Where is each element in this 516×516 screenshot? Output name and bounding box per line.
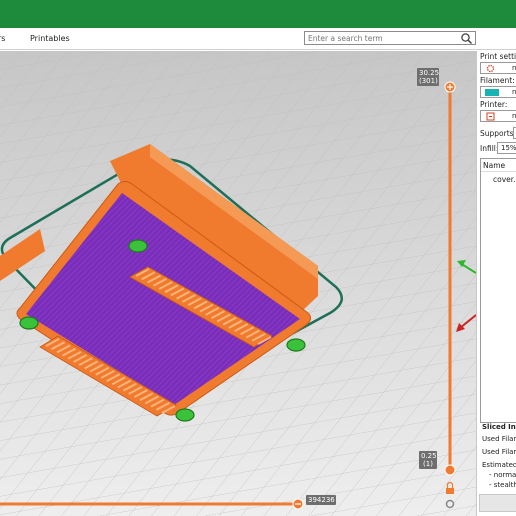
object-list[interactable]: Name cover.ob xyxy=(480,158,516,423)
title-bar xyxy=(0,0,516,28)
search-input[interactable] xyxy=(308,33,458,44)
supports-label: Supports: xyxy=(480,129,516,138)
used-filament-1: Used Filam xyxy=(482,435,516,443)
layer-bottom-height: 0.25 xyxy=(421,452,437,460)
layer-top-height: 30.25 xyxy=(419,69,440,77)
infill-label: Infill: xyxy=(480,144,499,153)
print-settings-label: Print setting xyxy=(480,52,516,61)
layer-top-number: (301) xyxy=(419,77,438,85)
preview-viewport[interactable]: 30.25 (301) 0.25 (1) 394236 xyxy=(0,51,476,516)
filament-combo[interactable]: ne xyxy=(480,86,516,98)
used-filament-2: Used Filam xyxy=(482,448,516,456)
printer-label: Printer: xyxy=(480,100,508,109)
settings-sidebar: Print setting ne Filament: ne Printer: n… xyxy=(476,51,516,516)
tab-printables[interactable]: Printables xyxy=(30,34,70,43)
gear-icon xyxy=(486,64,495,73)
tab-printers[interactable]: rs xyxy=(0,34,5,43)
horizontal-slider-value: 394236 xyxy=(306,495,336,505)
export-button[interactable] xyxy=(479,494,516,512)
filament-label: Filament: xyxy=(480,76,515,85)
printer-combo[interactable]: ne xyxy=(480,110,516,122)
printer-value: ne xyxy=(512,112,516,120)
lock-icon xyxy=(446,488,454,494)
filament-color-swatch xyxy=(485,89,499,96)
layer-slider-bottom-handle xyxy=(444,464,456,476)
object-list-item[interactable]: cover.ob xyxy=(493,175,516,184)
print-settings-value: ne xyxy=(512,64,516,72)
print-settings-combo[interactable]: ne xyxy=(480,62,516,74)
search-box[interactable] xyxy=(304,31,476,45)
estimated-normal: - normal xyxy=(489,471,516,479)
search-icon[interactable] xyxy=(460,32,473,45)
layer-top-label: 30.25 (301) xyxy=(417,68,439,86)
preview-scene[interactable] xyxy=(0,51,476,516)
estimated-stealth: - stealth xyxy=(489,481,516,489)
layer-bottom-number: (1) xyxy=(423,460,433,468)
sliced-info-title: Sliced Info xyxy=(482,423,516,431)
infill-value: 15% xyxy=(501,144,516,152)
object-list-header: Name xyxy=(483,161,506,170)
filament-value: ne xyxy=(512,88,516,96)
infill-combo[interactable]: 15% xyxy=(497,142,516,154)
layer-bottom-label: 0.25 (1) xyxy=(419,451,437,469)
printer-icon xyxy=(486,112,495,121)
estimated-time: Estimated p xyxy=(482,461,516,469)
